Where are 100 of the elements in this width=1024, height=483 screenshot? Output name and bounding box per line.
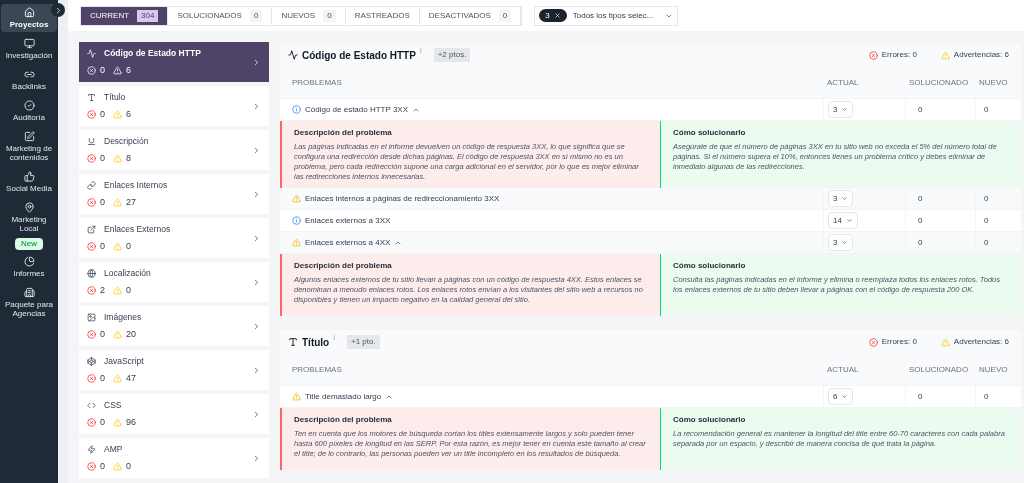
error-count: 0: [100, 195, 105, 209]
warning-icon: [940, 337, 950, 347]
warning-count: 27: [126, 195, 137, 209]
map-pin-icon: [23, 202, 35, 213]
panel-title: Descripción del problema: [294, 414, 393, 426]
warning-icon: [940, 50, 950, 60]
warning-count: 20: [126, 327, 137, 341]
warning-icon: [113, 241, 122, 251]
table-cell: 0: [975, 386, 1021, 407]
issue-title[interactable]: Código de estado HTTP 3XX: [305, 103, 409, 116]
error-icon: [87, 461, 96, 471]
category-item[interactable]: Código de Estado HTTP 0 6: [79, 42, 269, 82]
warning-count: 47: [126, 371, 137, 385]
count-dropdown[interactable]: 3: [828, 190, 854, 207]
panel-title: Descripción del problema: [294, 127, 393, 139]
error-icon: [87, 285, 96, 295]
error-icon: [868, 50, 878, 60]
warning-icon: [113, 461, 122, 471]
issue-title[interactable]: Title demasiado largo: [305, 390, 382, 403]
warning-count: 0: [126, 239, 132, 253]
category-item[interactable]: Enlaces Externos 0 0: [79, 218, 269, 258]
warning-count: 6: [126, 107, 132, 121]
error-count: 2: [100, 283, 105, 297]
issue-title[interactable]: Enlaces externos a 4XX: [305, 236, 391, 249]
warning-count: 96: [126, 415, 137, 429]
error-icon: [87, 329, 96, 339]
error-icon: [87, 241, 96, 251]
text-icon: [288, 337, 298, 347]
category-item[interactable]: JavaScript 0 47: [79, 350, 269, 390]
warning-icon: [113, 329, 122, 339]
error-count: 0: [100, 107, 105, 121]
nav-item[interactable]: Auditoría: [1, 97, 57, 125]
chevron-right-icon: [252, 101, 261, 111]
nav-item[interactable]: Social Media: [1, 168, 57, 196]
column-header: ACTUAL: [826, 76, 860, 89]
points-badge: +2 ptos.: [433, 48, 471, 62]
column-header: SOLUCIONADO: [908, 363, 970, 376]
column-header: SOLUCIONADO: [908, 76, 970, 89]
chevron-down-icon: [841, 393, 849, 400]
info-icon: [292, 105, 301, 114]
category-title: JavaScript: [104, 354, 144, 368]
chevron-right-icon: [252, 365, 261, 375]
error-count: 0: [100, 151, 105, 165]
type-filter-dropdown[interactable]: 3 Todos los tipos selec...: [534, 5, 679, 26]
chevron-right-icon: [252, 57, 261, 67]
warning-count: 0: [126, 283, 132, 297]
error-count: 0: [100, 239, 105, 253]
category-item[interactable]: Título 0 6: [79, 86, 269, 126]
count-dropdown[interactable]: 3: [828, 101, 854, 118]
nav-item[interactable]: Informes: [1, 253, 57, 281]
nav-item[interactable]: Investigación: [1, 35, 57, 63]
text-icon: [87, 92, 96, 102]
category-title: CSS: [104, 398, 122, 412]
close-icon[interactable]: [553, 12, 561, 19]
warning-icon: [292, 238, 301, 247]
issue-title[interactable]: Enlaces externos a 3XX: [305, 214, 391, 227]
category-title: Enlaces Externos: [104, 222, 171, 236]
pie-chart-icon: [23, 256, 35, 267]
nav-item[interactable]: Marketing de contenidos: [1, 128, 57, 165]
warning-icon: [113, 153, 122, 163]
chevron-right-icon: [252, 189, 261, 199]
count-badge: 0: [323, 9, 336, 22]
column-header: PROBLEMAS: [291, 363, 343, 376]
nav-item[interactable]: Proyectos: [1, 4, 57, 32]
nav-item[interactable]: Marketing Local: [1, 199, 57, 236]
count-dropdown[interactable]: 3: [828, 234, 854, 251]
count-dropdown[interactable]: 14: [828, 212, 858, 229]
building-icon: [23, 287, 35, 298]
image-icon: [87, 312, 96, 322]
count-dropdown[interactable]: 6: [828, 388, 854, 405]
zap-icon: [87, 444, 96, 454]
error-count: 0: [100, 415, 105, 429]
column-header: PROBLEMAS: [291, 76, 343, 89]
table-cell: 0: [905, 99, 975, 120]
category-item[interactable]: CSS 0 96: [79, 394, 269, 434]
category-title: Título: [104, 90, 126, 104]
panel-title: Cómo solucionarlo: [673, 127, 747, 139]
expand-toggle[interactable]: [51, 3, 65, 17]
table-cell: 0: [975, 210, 1021, 231]
category-title: AMP: [104, 442, 123, 456]
category-item[interactable]: Imágenes 0 20: [79, 306, 269, 346]
panel-title: Descripción del problema: [294, 260, 393, 272]
nav-item[interactable]: Paquete para Agencias: [1, 284, 57, 321]
warning-count: 8: [126, 151, 132, 165]
nav-item[interactable]: Backlinks: [1, 66, 57, 94]
category-item[interactable]: Descripción 0 8: [79, 130, 269, 170]
chevron-right-icon: [252, 145, 261, 155]
column-header: NUEVO: [978, 363, 1009, 376]
category-item[interactable]: Enlaces Internos 0 27: [79, 174, 269, 214]
warning-icon: [292, 392, 301, 401]
thumbs-up-icon: [23, 171, 35, 182]
chevron-right-icon: [252, 409, 261, 419]
warning-icon: [113, 285, 122, 295]
issue-title[interactable]: Enlaces internos a páginas de redireccionamiento 3XX: [305, 192, 500, 205]
filter-tab[interactable]: CURRENT 304: [81, 6, 169, 25]
category-item[interactable]: AMP 0 0: [79, 438, 269, 478]
link-icon: [23, 69, 35, 80]
error-count: 0: [100, 63, 105, 77]
warning-count: 0: [126, 459, 132, 473]
category-item[interactable]: Localización 2 0: [79, 262, 269, 302]
